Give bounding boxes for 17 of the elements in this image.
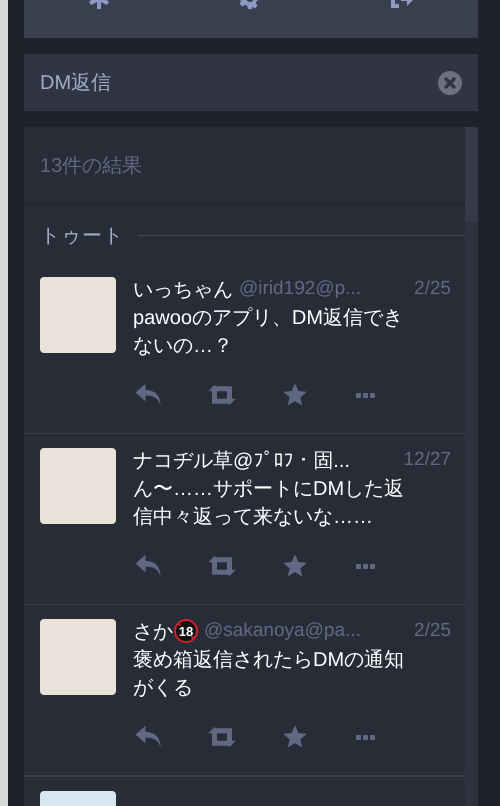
display-name[interactable]: いっちゃん [133, 276, 233, 302]
search-value: DM返信 [40, 71, 112, 96]
display-name[interactable]: ナコヂル草@ﾌﾟﾛﾌ・固... [133, 446, 350, 474]
post-date[interactable]: 12/27 [397, 449, 451, 471]
post-date[interactable]: 2/25 [408, 278, 451, 300]
clear-icon[interactable] [438, 70, 462, 94]
post-text: pawooのアプリ、DM返信できないの…？ [133, 306, 404, 359]
age-restriction-icon: 18 [174, 619, 198, 643]
post-date[interactable]: 2/25 [408, 620, 451, 642]
section-heading: トゥート [40, 224, 124, 249]
display-name[interactable]: さか [133, 618, 173, 644]
user-handle[interactable]: @sakanoya@pa... [204, 620, 361, 642]
post-text: ん〜……サポートにDMした返信中々返って来ないな…… [133, 477, 406, 530]
post-text: 褒め箱返信されたらDMの通知がくる [133, 648, 406, 701]
user-handle[interactable]: @irid192@p... [239, 278, 362, 300]
search-field[interactable]: DM返信 [24, 54, 478, 111]
scrollbar-thumb[interactable] [465, 127, 478, 222]
